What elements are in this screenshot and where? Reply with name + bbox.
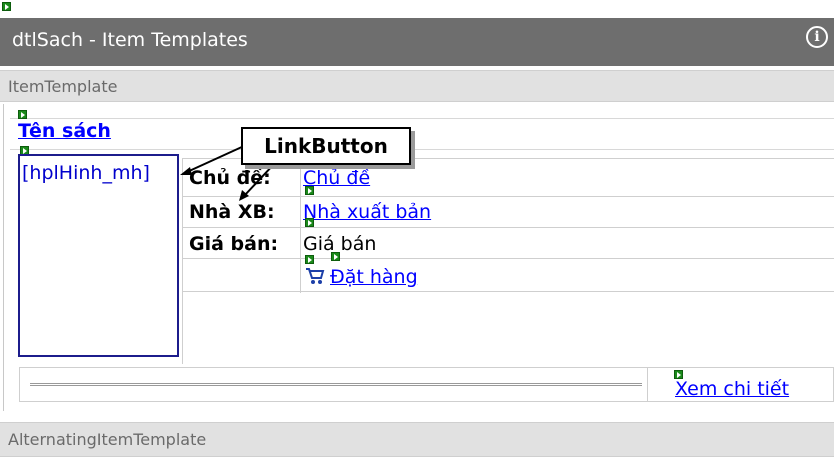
alternating-template-label: AlternatingItemTemplate	[8, 430, 207, 449]
column-divider	[647, 367, 648, 402]
linkbutton-callout: LinkButton	[241, 127, 411, 165]
view-details-link[interactable]: Xem chi tiết	[675, 378, 789, 400]
horizontal-rule	[30, 383, 642, 386]
